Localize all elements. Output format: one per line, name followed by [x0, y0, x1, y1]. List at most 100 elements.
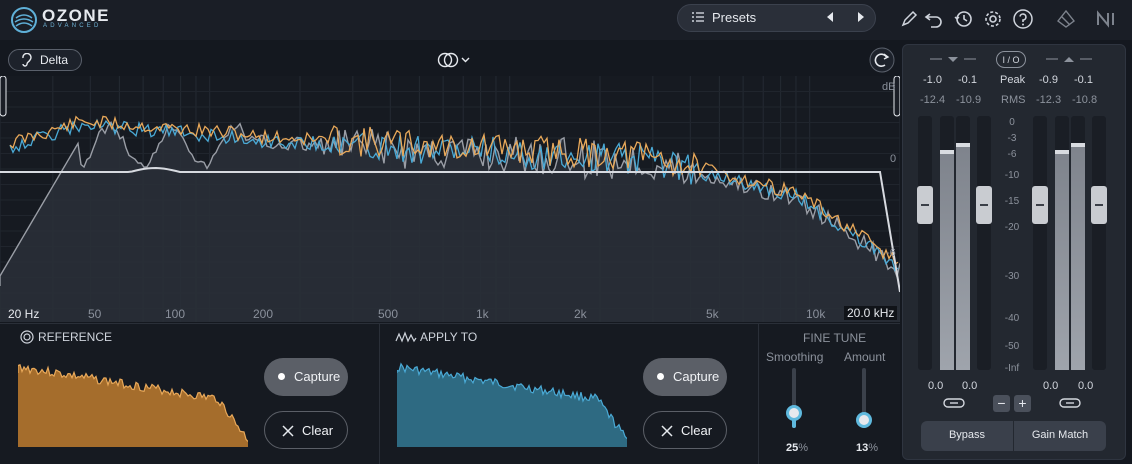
meter-scale-label: -20 [1004, 222, 1020, 233]
freq-tick-label: 500 [378, 307, 399, 321]
ear-icon [22, 53, 32, 67]
output-rms-left: -12.3 [1036, 94, 1062, 106]
output-peak-right: -0.1 [1074, 74, 1093, 86]
peak-label: Peak [1000, 74, 1026, 86]
output-gain-track-left[interactable] [1033, 116, 1047, 370]
io-toggle-button[interactable]: I / O [996, 51, 1026, 68]
freq-tick-label: 5k [706, 307, 719, 321]
input-peak-right: -0.1 [958, 74, 977, 86]
input-gain-track-left[interactable] [918, 116, 932, 370]
input-section-icon [930, 57, 976, 62]
meter-scale-label: -30 [1004, 271, 1020, 282]
help-icon[interactable] [1012, 8, 1034, 30]
meter-scale-label: -Inf [1004, 363, 1020, 374]
smoothing-value: 25% [786, 442, 808, 454]
meter-scale-label: -15 [1004, 196, 1020, 207]
io-label: I / O [1002, 55, 1020, 65]
output-gain-fader-left[interactable] [1032, 186, 1048, 224]
stereo-link-icon[interactable] [437, 51, 471, 69]
freq-tick-label: 10k [806, 307, 826, 321]
amount-unit: % [868, 442, 879, 454]
gear-icon[interactable] [982, 8, 1004, 30]
amount-label: Amount [844, 350, 886, 364]
reference-title: REFERENCE [38, 330, 113, 344]
presets-bar[interactable] [677, 4, 876, 32]
panel-divider [379, 323, 380, 464]
gain-match-button[interactable]: Gain Match [1014, 421, 1106, 451]
output-level-left [1055, 150, 1069, 370]
db-unit-label: dB [882, 81, 896, 93]
output-gain-right-value: 0.0 [1078, 380, 1094, 392]
output-peak-left: -0.9 [1039, 74, 1058, 86]
apply-to-clear-button[interactable]: Clear [643, 411, 727, 449]
chevron-left-icon[interactable] [822, 9, 838, 25]
capture-label: Capture [294, 369, 341, 384]
smoothing-unit: % [798, 442, 809, 454]
pencil-icon[interactable] [898, 8, 920, 30]
db-minus6-label: -6 [886, 247, 896, 259]
meter-scale-label: 0 [1009, 117, 1015, 128]
close-icon [282, 425, 294, 437]
panel-divider [758, 323, 759, 464]
waveform-icon [395, 331, 417, 343]
input-gain-fader-left[interactable] [917, 186, 933, 224]
clear-label: Clear [302, 423, 334, 438]
smoothing-slider-handle[interactable] [786, 405, 802, 421]
delta-label[interactable]: Delta [40, 53, 68, 67]
output-gain-left-value: 0.0 [1043, 380, 1059, 392]
freq-tick-label: 1k [476, 307, 489, 321]
apply-to-spectrum-thumbnail [397, 362, 627, 447]
output-peak-hold-right [1071, 143, 1085, 147]
freq-tick-label: 100 [165, 307, 186, 321]
smoothing-value-number: 25 [786, 442, 799, 454]
input-gain-right-value: 0.0 [962, 380, 978, 392]
bypass-label: Bypass [948, 429, 986, 441]
chevron-right-icon[interactable] [853, 9, 869, 25]
spectrum-display[interactable] [0, 76, 900, 322]
output-level-right [1071, 143, 1085, 370]
apply-to-capture-button[interactable]: Capture [643, 358, 727, 396]
input-level-left [940, 150, 954, 370]
meter-scale-label: -50 [1004, 341, 1020, 352]
minus-button[interactable]: − [993, 395, 1010, 412]
history-icon[interactable] [952, 8, 974, 30]
target-icon [20, 330, 34, 344]
mastering-assistant-icon[interactable] [1055, 8, 1077, 30]
reference-spectrum-thumbnail [18, 364, 248, 447]
ozone-logo-icon [11, 7, 37, 33]
input-peak-hold-right [956, 143, 970, 147]
output-gain-fader-right[interactable] [1091, 186, 1107, 224]
meter-scale-label: -3 [1007, 133, 1017, 144]
reference-capture-button[interactable]: Capture [264, 358, 348, 396]
output-rms-right: -10.8 [1072, 94, 1098, 106]
input-gain-fader-right[interactable] [976, 186, 992, 224]
fine-tune-title: FINE TUNE [803, 331, 867, 345]
thumbnail-fill [397, 363, 627, 447]
capture-label: Capture [673, 369, 720, 384]
db-zero-label: 0 [890, 153, 897, 165]
presets-list-icon[interactable] [691, 10, 705, 24]
input-gain-track-right[interactable] [977, 116, 991, 370]
input-level-right [956, 143, 970, 370]
input-peak-left: -1.0 [923, 74, 942, 86]
refresh-icon[interactable] [869, 47, 895, 73]
input-rms-left: -12.4 [920, 94, 946, 106]
undo-icon[interactable] [923, 8, 945, 30]
presets-label[interactable]: Presets [712, 10, 756, 25]
reference-clear-button[interactable]: Clear [264, 411, 348, 449]
ni-logo-icon [1097, 10, 1114, 28]
output-peak-hold-left [1055, 150, 1069, 154]
amount-value-number: 13 [856, 442, 869, 454]
apply-to-title: APPLY TO [420, 330, 478, 344]
freq-tick-label: 2k [574, 307, 587, 321]
amount-value: 13% [856, 442, 878, 454]
input-link-icon[interactable] [943, 397, 965, 409]
smoothing-label: Smoothing [766, 350, 824, 364]
bypass-button[interactable]: Bypass [921, 421, 1013, 451]
rms-label: RMS [1001, 94, 1026, 106]
app-subtitle: ADVANCED [43, 23, 102, 29]
output-link-icon[interactable] [1059, 397, 1081, 409]
freq-max-label: 20.0 kHz [844, 306, 898, 320]
output-gain-track-right[interactable] [1092, 116, 1106, 370]
plus-button[interactable]: + [1014, 395, 1031, 412]
